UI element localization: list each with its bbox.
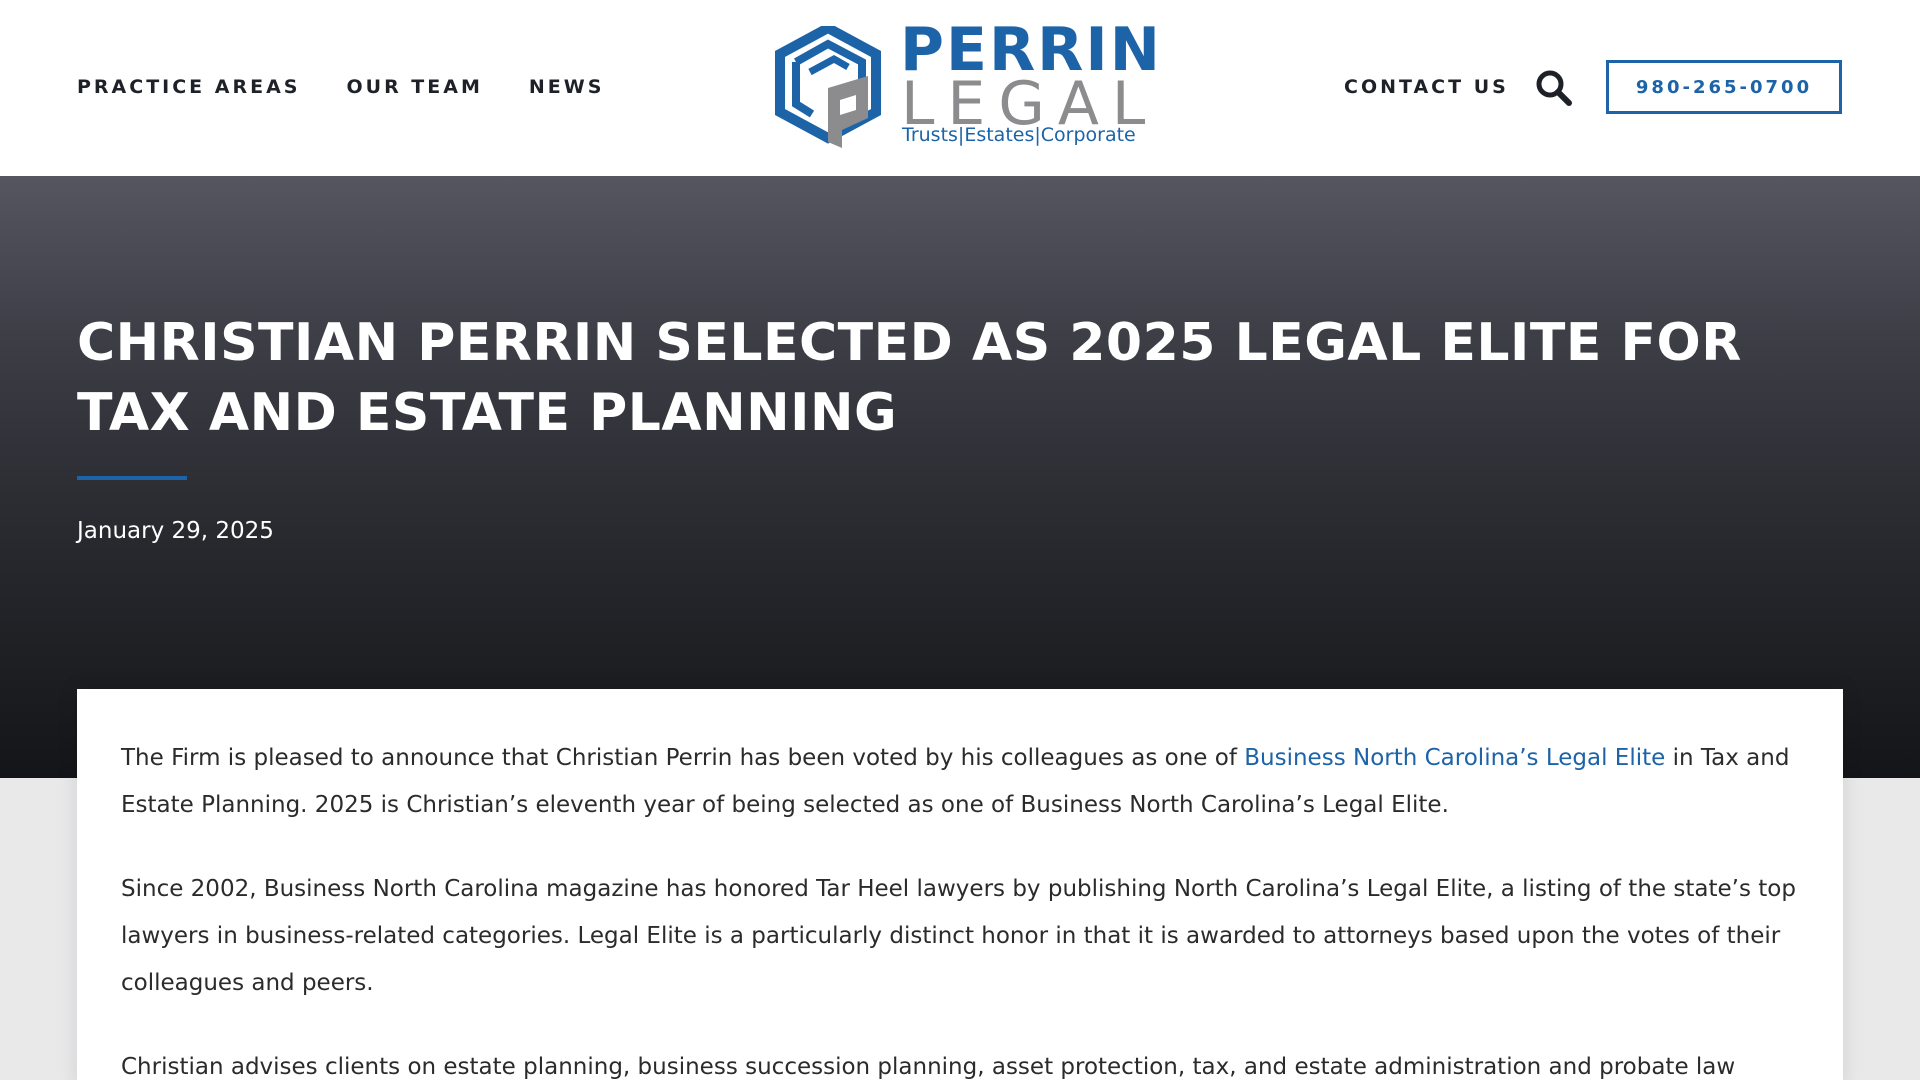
nav-news[interactable]: NEWS	[529, 76, 605, 98]
page-title: CHRISTIAN PERRIN SELECTED AS 2025 LEGAL …	[77, 313, 1742, 443]
primary-nav: PRACTICE AREAS OUR TEAM NEWS	[77, 76, 604, 98]
site-logo[interactable]: PERRIN LEGAL Trusts|Estates|Corporate	[772, 20, 1160, 152]
phone-button[interactable]: 980-265-0700	[1606, 60, 1842, 114]
nav-practice-areas[interactable]: PRACTICE AREAS	[77, 76, 300, 98]
hero-banner: CHRISTIAN PERRIN SELECTED AS 2025 LEGAL …	[0, 176, 1920, 778]
legal-elite-link[interactable]: Business North Carolina’s Legal Elite	[1244, 745, 1665, 771]
article-card: The Firm is pleased to announce that Chr…	[77, 689, 1843, 1080]
paragraph-1-text-before: The Firm is pleased to announce that Chr…	[121, 745, 1245, 771]
site-header: PRACTICE AREAS OUR TEAM NEWS PERRIN LEGA…	[0, 0, 1920, 176]
title-divider	[77, 476, 187, 480]
article-paragraph-3: Christian advises clients on estate plan…	[121, 1054, 1736, 1080]
logo-tagline: Trusts|Estates|Corporate	[902, 124, 1136, 146]
nav-our-team[interactable]: OUR TEAM	[346, 76, 482, 98]
search-icon[interactable]	[1534, 68, 1574, 108]
nav-contact-us[interactable]: CONTACT US	[1344, 76, 1509, 98]
post-date: January 29, 2025	[77, 518, 274, 544]
article-paragraph-2: Since 2002, Business North Carolina maga…	[121, 876, 1796, 996]
article-paragraph-1: The Firm is pleased to announce that Chr…	[121, 735, 1799, 829]
logo-mark-icon	[775, 26, 881, 148]
